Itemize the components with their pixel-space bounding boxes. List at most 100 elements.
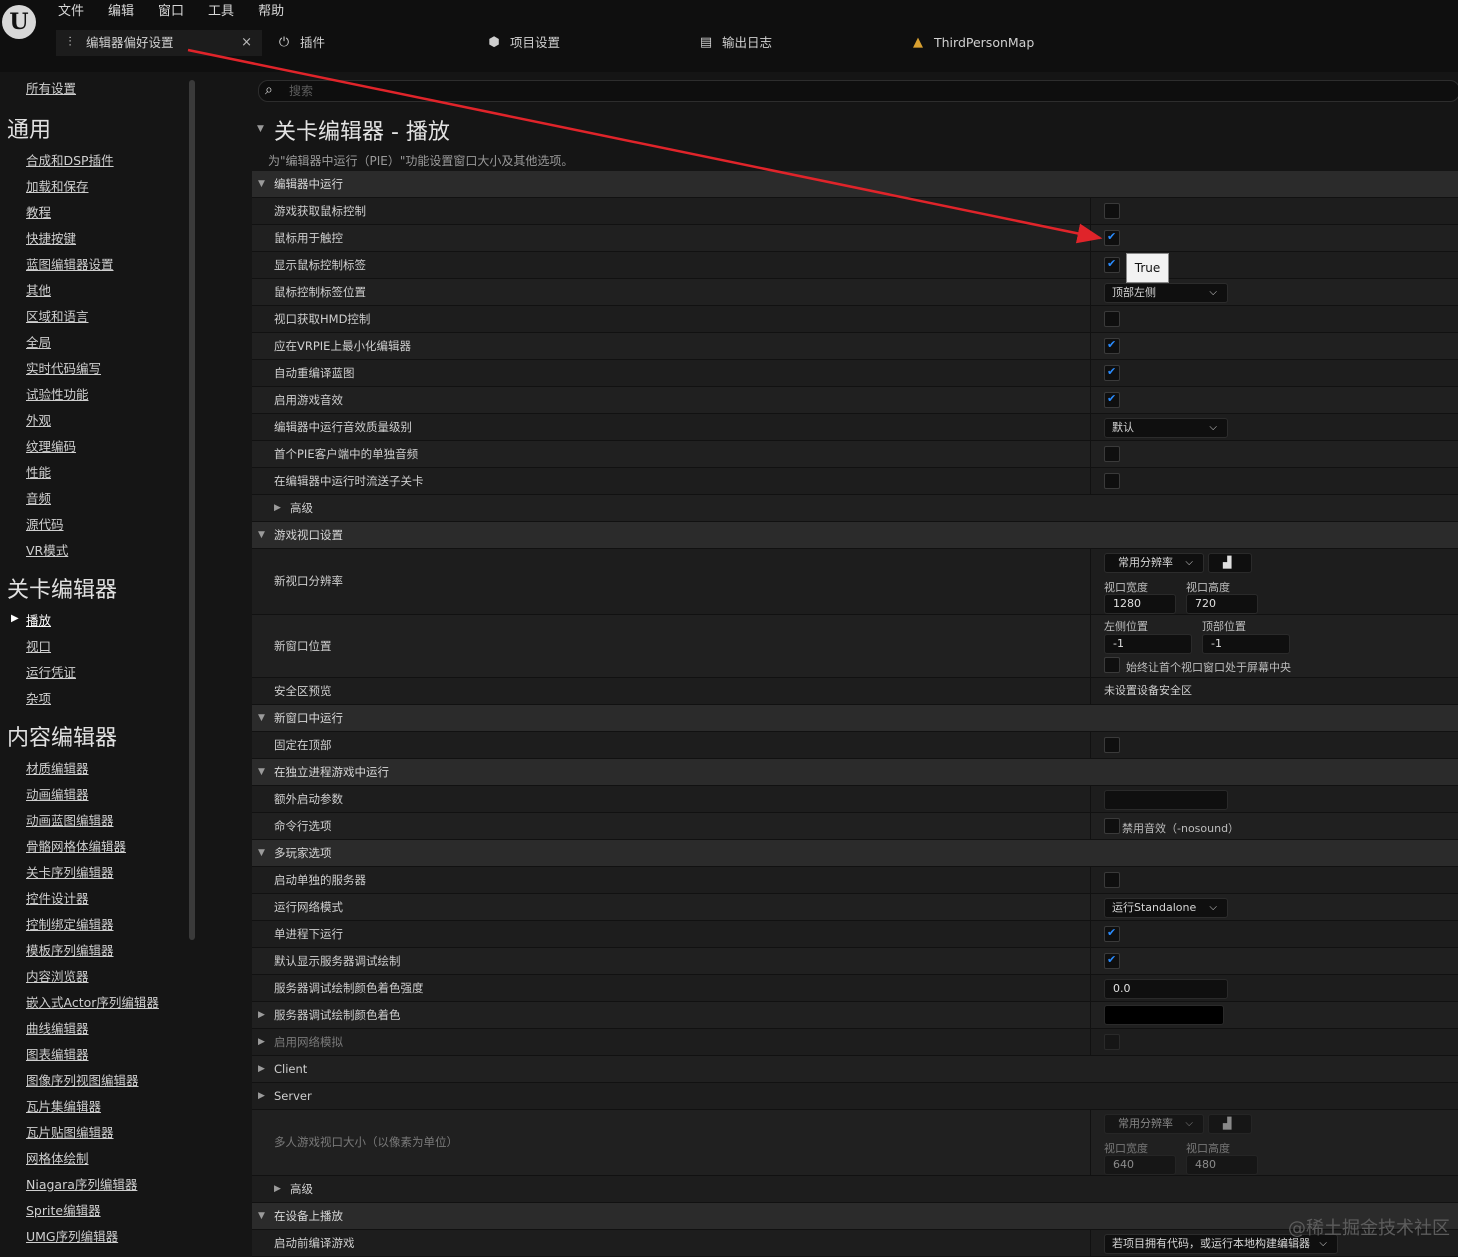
advanced-row[interactable]: ▶ 高级 xyxy=(252,495,1458,522)
auto-recompile-checkbox[interactable] xyxy=(1104,365,1120,381)
category-game-viewport[interactable]: ▼ 游戏视口设置 xyxy=(252,522,1458,549)
mp-width-input[interactable]: 640 xyxy=(1104,1155,1176,1175)
sidebar-item[interactable]: 图表编辑器 xyxy=(26,1044,89,1063)
sidebar-item[interactable]: 杂项 xyxy=(26,688,51,707)
sidebar-item[interactable]: VR模式 xyxy=(26,540,68,559)
sidebar-item[interactable]: Niagara序列编辑器 xyxy=(26,1174,137,1193)
property-row[interactable]: ▶ 启用网络模拟 xyxy=(252,1029,1458,1056)
net-emulation-checkbox[interactable] xyxy=(1104,1034,1120,1050)
property-row[interactable]: ▶ 服务器调试绘制颜色着色 xyxy=(252,1002,1458,1029)
sidebar-item[interactable]: 瓦片集编辑器 xyxy=(26,1096,101,1115)
mp-height-input[interactable]: 480 xyxy=(1186,1155,1258,1175)
sidebar-item[interactable]: 全局 xyxy=(26,332,51,351)
category-play-on-device[interactable]: ▼ 在设备上播放 xyxy=(252,1203,1458,1230)
viewport-height-input[interactable]: 720 xyxy=(1186,594,1258,614)
net-mode-dropdown[interactable]: 运行Standalone ⌵ xyxy=(1104,898,1228,918)
sidebar-item[interactable]: 材质编辑器 xyxy=(26,758,89,777)
search-input[interactable] xyxy=(287,82,591,100)
sidebar-item[interactable]: 纹理编码 xyxy=(26,436,76,455)
sidebar-item[interactable]: 动画蓝图编辑器 xyxy=(26,810,114,829)
sidebar-item[interactable]: Sprite编辑器 xyxy=(26,1200,101,1219)
category-pie[interactable]: ▼ 编辑器中运行 xyxy=(252,171,1458,198)
sidebar-item[interactable]: 控件设计器 xyxy=(26,888,89,907)
sidebar-item[interactable]: 音频 xyxy=(26,488,51,507)
search-box[interactable]: ⌕ xyxy=(258,80,1458,102)
close-icon[interactable]: × xyxy=(241,30,252,56)
viewport-hmd-checkbox[interactable] xyxy=(1104,311,1120,327)
left-position-input[interactable]: -1 xyxy=(1104,634,1192,654)
sidebar-item-play[interactable]: 播放 xyxy=(26,610,51,629)
category-standalone[interactable]: ▼ 在独立进程游戏中运行 xyxy=(252,759,1458,786)
sidebar-item[interactable]: 内容浏览器 xyxy=(26,966,89,985)
all-settings-link[interactable]: 所有设置 xyxy=(26,78,76,97)
menu-edit[interactable]: 编辑 xyxy=(106,2,146,22)
menu-tools[interactable]: 工具 xyxy=(206,2,246,22)
mp-common-resolution-dropdown[interactable]: 常用分辨率 ⌵ xyxy=(1104,1114,1204,1134)
sidebar-item[interactable]: 网格体绘制 xyxy=(26,1148,89,1167)
tab-project-settings[interactable]: ⬢ 项目设置 xyxy=(486,30,560,56)
category-new-window[interactable]: ▼ 新窗口中运行 xyxy=(252,705,1458,732)
solo-audio-checkbox[interactable] xyxy=(1104,446,1120,462)
image-icon[interactable]: ▟ xyxy=(1208,1114,1252,1134)
viewport-width-input[interactable]: 1280 xyxy=(1104,594,1176,614)
sidebar-item[interactable]: 合成和DSP插件 xyxy=(26,150,114,169)
tab-editor-preferences[interactable]: ⫶ 编辑器偏好设置 × xyxy=(56,30,262,56)
extra-args-input[interactable] xyxy=(1104,790,1228,810)
audio-quality-dropdown[interactable]: 默认 ⌵ xyxy=(1104,418,1228,438)
tint-color-swatch[interactable] xyxy=(1104,1005,1224,1025)
menu-window[interactable]: 窗口 xyxy=(156,2,196,22)
sidebar-item[interactable]: 实时代码编写 xyxy=(26,358,101,377)
sidebar-item[interactable]: 关卡序列编辑器 xyxy=(26,862,114,881)
separate-server-checkbox[interactable] xyxy=(1104,872,1120,888)
sidebar-item[interactable]: 控制绑定编辑器 xyxy=(26,914,114,933)
nosound-checkbox[interactable] xyxy=(1104,818,1120,834)
sidebar-item[interactable]: 曲线编辑器 xyxy=(26,1018,89,1037)
tab-plugins[interactable]: ⏻ 插件 xyxy=(276,30,325,56)
server-row[interactable]: ▶ Server xyxy=(252,1083,1458,1110)
tab-output-log[interactable]: ▤ 输出日志 xyxy=(698,30,772,56)
common-resolution-dropdown[interactable]: 常用分辨率 ⌵ xyxy=(1104,553,1204,573)
stream-sublevels-checkbox[interactable] xyxy=(1104,473,1120,489)
sidebar-item[interactable]: 动画编辑器 xyxy=(26,784,89,803)
minimize-vrpie-checkbox[interactable] xyxy=(1104,338,1120,354)
sidebar-item[interactable]: 区域和语言 xyxy=(26,306,89,325)
sidebar-item[interactable]: 其他 xyxy=(26,280,51,299)
always-on-top-checkbox[interactable] xyxy=(1104,737,1120,753)
sidebar-item[interactable]: 瓦片贴图编辑器 xyxy=(26,1122,114,1141)
sidebar-item[interactable]: 试验性功能 xyxy=(26,384,89,403)
advanced-row[interactable]: ▶ 高级 xyxy=(252,1176,1458,1203)
sidebar-item[interactable]: 源代码 xyxy=(26,514,64,533)
sidebar-item[interactable]: 模板序列编辑器 xyxy=(26,940,114,959)
category-multiplayer[interactable]: ▼ 多玩家选项 xyxy=(252,840,1458,867)
sidebar-item[interactable]: UMG序列编辑器 xyxy=(26,1226,118,1245)
collapse-caret-icon[interactable]: ▼ xyxy=(257,124,264,134)
top-position-input[interactable]: -1 xyxy=(1202,634,1290,654)
sidebar-item[interactable]: 外观 xyxy=(26,410,51,429)
sidebar-item[interactable]: 图像序列视图编辑器 xyxy=(26,1070,139,1089)
sidebar-item[interactable]: 教程 xyxy=(26,202,51,221)
server-debug-draw-checkbox[interactable] xyxy=(1104,953,1120,969)
client-row[interactable]: ▶ Client xyxy=(252,1056,1458,1083)
sidebar-item[interactable]: 蓝图编辑器设置 xyxy=(26,254,114,273)
enable-sound-checkbox[interactable] xyxy=(1104,392,1120,408)
sidebar-item[interactable]: 快捷按键 xyxy=(26,228,76,247)
menu-file[interactable]: 文件 xyxy=(56,2,96,22)
center-first-window-checkbox[interactable] xyxy=(1104,657,1120,673)
image-icon[interactable]: ▟ xyxy=(1208,553,1252,573)
sidebar-item[interactable]: 嵌入式Actor序列编辑器 xyxy=(26,992,159,1011)
game-gets-mouse-checkbox[interactable] xyxy=(1104,203,1120,219)
show-mouse-label-checkbox[interactable] xyxy=(1104,257,1120,273)
sidebar-scrollbar[interactable] xyxy=(189,80,195,940)
sidebar-item[interactable]: 骨骼网格体编辑器 xyxy=(26,836,126,855)
tab-level[interactable]: ▲ ThirdPersonMap xyxy=(910,30,1034,56)
sidebar-item[interactable]: 性能 xyxy=(26,462,51,481)
unreal-logo-icon[interactable]: U xyxy=(2,5,36,39)
tint-strength-input[interactable]: 0.0 xyxy=(1104,979,1228,999)
sidebar-item[interactable]: 加载和保存 xyxy=(26,176,89,195)
single-process-checkbox[interactable] xyxy=(1104,926,1120,942)
sidebar-item[interactable]: 运行凭证 xyxy=(26,662,76,681)
mouse-label-position-dropdown[interactable]: 顶部左侧 ⌵ xyxy=(1104,283,1228,303)
mouse-for-touch-checkbox[interactable] xyxy=(1104,230,1120,246)
sidebar-item[interactable]: 视口 xyxy=(26,636,51,655)
menu-help[interactable]: 帮助 xyxy=(256,2,296,22)
